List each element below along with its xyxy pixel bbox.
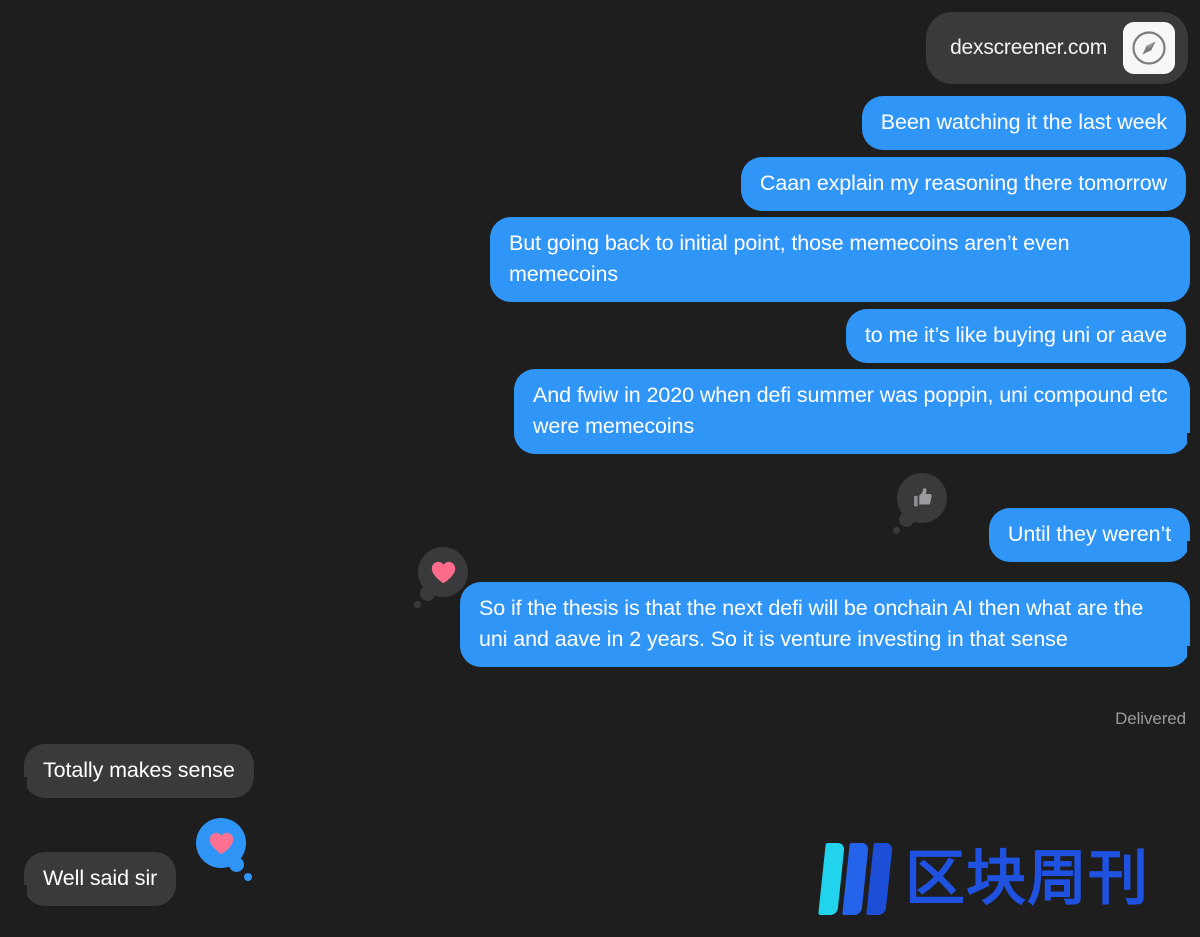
message-text: And fwiw in 2020 when defi summer was po…	[533, 383, 1168, 438]
message-row: Caan explain my reasoning there tomorrow	[740, 157, 1186, 211]
reaction-tail-dot-small	[893, 527, 900, 534]
reaction-tail-dot-small	[414, 601, 421, 608]
message-row: Totally makes sense	[15, 744, 254, 798]
reaction-heart-sent[interactable]	[196, 818, 252, 881]
watermark-text: 区块周刊	[905, 844, 1149, 914]
watermark-bar-3	[866, 843, 893, 915]
message-row: Been watching it the last week	[861, 96, 1186, 150]
message-text: Been watching it the last week	[880, 110, 1167, 134]
heart-icon	[431, 561, 455, 583]
message-bubble-received[interactable]: Well said sir	[14, 852, 177, 906]
reaction-thumbs-up[interactable]	[893, 473, 947, 534]
message-text: Caan explain my reasoning there tomorrow	[759, 171, 1167, 195]
safari-compass-icon	[1123, 22, 1175, 74]
watermark-logo-icon	[818, 843, 893, 915]
status-delivered: Delivered	[1115, 709, 1186, 728]
reaction-tail-dot-large	[899, 512, 914, 527]
message-bubble-received[interactable]: Totally makes sense	[15, 744, 254, 798]
message-bubble-sent[interactable]: Caan explain my reasoning there tomorrow	[740, 157, 1186, 211]
message-row: to me it’s like buying uni or aave	[845, 309, 1186, 363]
link-preview-url: dexscreener.com	[950, 36, 1107, 59]
message-text: Until they weren’t	[1007, 522, 1171, 546]
message-bubble-sent[interactable]: to me it’s like buying uni or aave	[845, 309, 1186, 363]
message-text: to me it’s like buying uni or aave	[864, 323, 1167, 347]
message-text: So if the thesis is that the next defi w…	[479, 596, 1144, 651]
messages-conversation-screen: dexscreener.com Been watching it the las…	[0, 0, 1200, 937]
message-bubble-sent[interactable]: But going back to initial point, those m…	[490, 217, 1190, 302]
reaction-tail-dot-large	[229, 857, 244, 872]
message-bubble-sent[interactable]: Been watching it the last week	[861, 96, 1186, 150]
watermark-bar-2	[842, 843, 869, 915]
message-bubble-sent[interactable]: So if the thesis is that the next defi w…	[460, 582, 1199, 667]
message-row: Well said sir	[14, 852, 177, 906]
reaction-tail-dot-large	[420, 586, 435, 601]
message-text: Well said sir	[43, 866, 158, 890]
thumbs-up-icon	[914, 488, 932, 507]
reaction-heart[interactable]	[414, 547, 468, 608]
watermark: 区块周刊	[818, 843, 1149, 915]
message-row: Until they weren’t	[988, 508, 1200, 562]
message-text: But going back to initial point, those m…	[509, 231, 1070, 286]
message-row: So if the thesis is that the next defi w…	[460, 582, 1199, 667]
message-bubble-sent[interactable]: And fwiw in 2020 when defi summer was po…	[514, 369, 1199, 454]
watermark-bar-1	[818, 843, 845, 915]
message-row: And fwiw in 2020 when defi summer was po…	[514, 369, 1199, 454]
reaction-tail-dot-small	[244, 873, 252, 881]
link-preview-bubble[interactable]: dexscreener.com	[926, 12, 1188, 84]
message-row: But going back to initial point, those m…	[490, 217, 1190, 302]
message-bubble-sent[interactable]: Until they weren’t	[988, 508, 1200, 562]
heart-icon	[209, 832, 233, 854]
message-text: Totally makes sense	[43, 758, 235, 782]
